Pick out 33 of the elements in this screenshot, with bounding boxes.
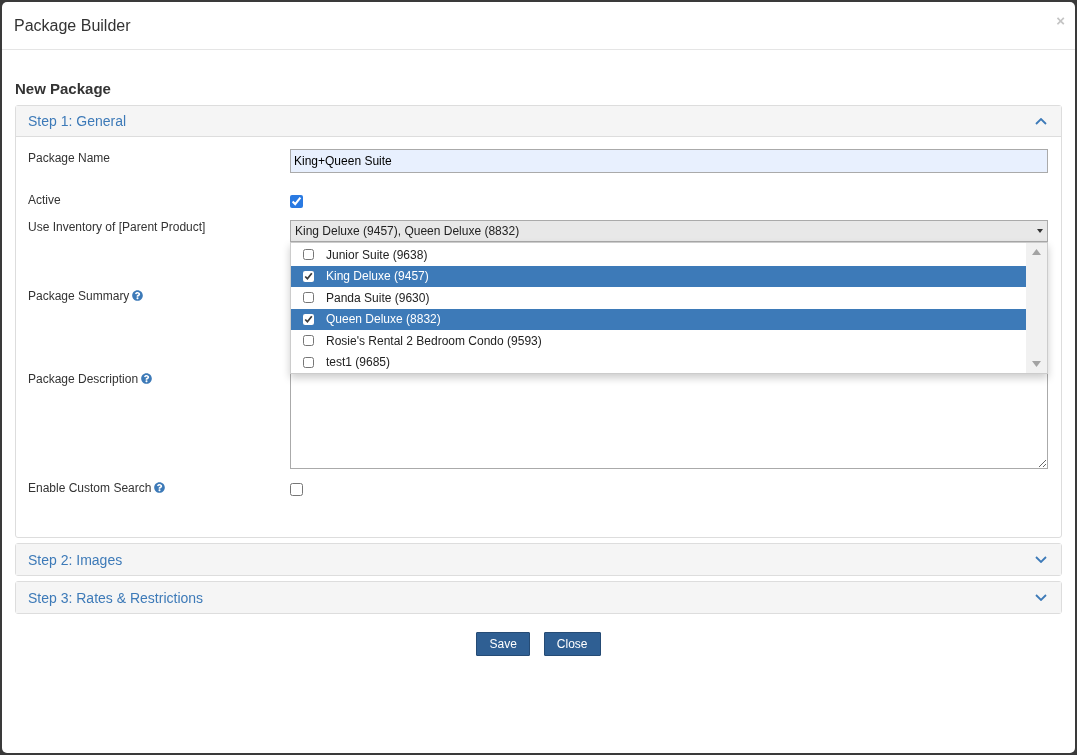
option-checkbox[interactable] bbox=[303, 335, 314, 347]
chevron-down-icon bbox=[1035, 556, 1047, 563]
help-icon[interactable] bbox=[154, 482, 166, 493]
option-checkbox[interactable] bbox=[303, 313, 314, 325]
dropdown-option[interactable]: test1 (9685) bbox=[291, 351, 1026, 373]
text-field[interactable]: King+Queen Suite bbox=[290, 149, 1048, 173]
form-heading: New Package bbox=[15, 80, 112, 97]
accordion-header[interactable]: Step 3: Rates & Restrictions bbox=[16, 582, 1061, 613]
action-button[interactable]: Close bbox=[543, 632, 601, 656]
checkbox[interactable] bbox=[290, 195, 303, 208]
help-icon[interactable] bbox=[132, 290, 144, 301]
accordion-header[interactable]: Step 2: Images bbox=[16, 544, 1061, 575]
option-checkbox[interactable] bbox=[303, 249, 314, 261]
dropdown-option[interactable]: King Deluxe (9457) bbox=[291, 265, 1026, 287]
multiselect-field[interactable]: King Deluxe (9457), Queen Deluxe (8832) bbox=[290, 220, 1048, 242]
action-button[interactable]: Save bbox=[476, 632, 530, 656]
option-checkbox[interactable] bbox=[303, 356, 314, 368]
chevron-down-icon bbox=[1035, 594, 1047, 601]
help-icon[interactable] bbox=[141, 373, 153, 384]
field-label: Package Summary bbox=[28, 289, 130, 303]
option-checkbox[interactable] bbox=[303, 292, 314, 304]
dropdown-option[interactable]: Queen Deluxe (8832) bbox=[291, 308, 1026, 330]
option-checkbox[interactable] bbox=[303, 270, 314, 282]
field-label: Use Inventory of [Parent Product] bbox=[28, 220, 206, 234]
field-label: Enable Custom Search bbox=[28, 481, 152, 495]
field-label: Active bbox=[28, 193, 61, 207]
field-label: Package Name bbox=[28, 151, 111, 165]
window-title: Package Builder bbox=[14, 16, 131, 35]
caret-icon bbox=[1037, 229, 1043, 233]
accordion-header[interactable]: Step 1: General bbox=[16, 106, 1061, 137]
checkbox[interactable] bbox=[290, 483, 303, 496]
field-label: Package Description bbox=[28, 372, 139, 386]
chevron-up-icon bbox=[1035, 117, 1047, 125]
